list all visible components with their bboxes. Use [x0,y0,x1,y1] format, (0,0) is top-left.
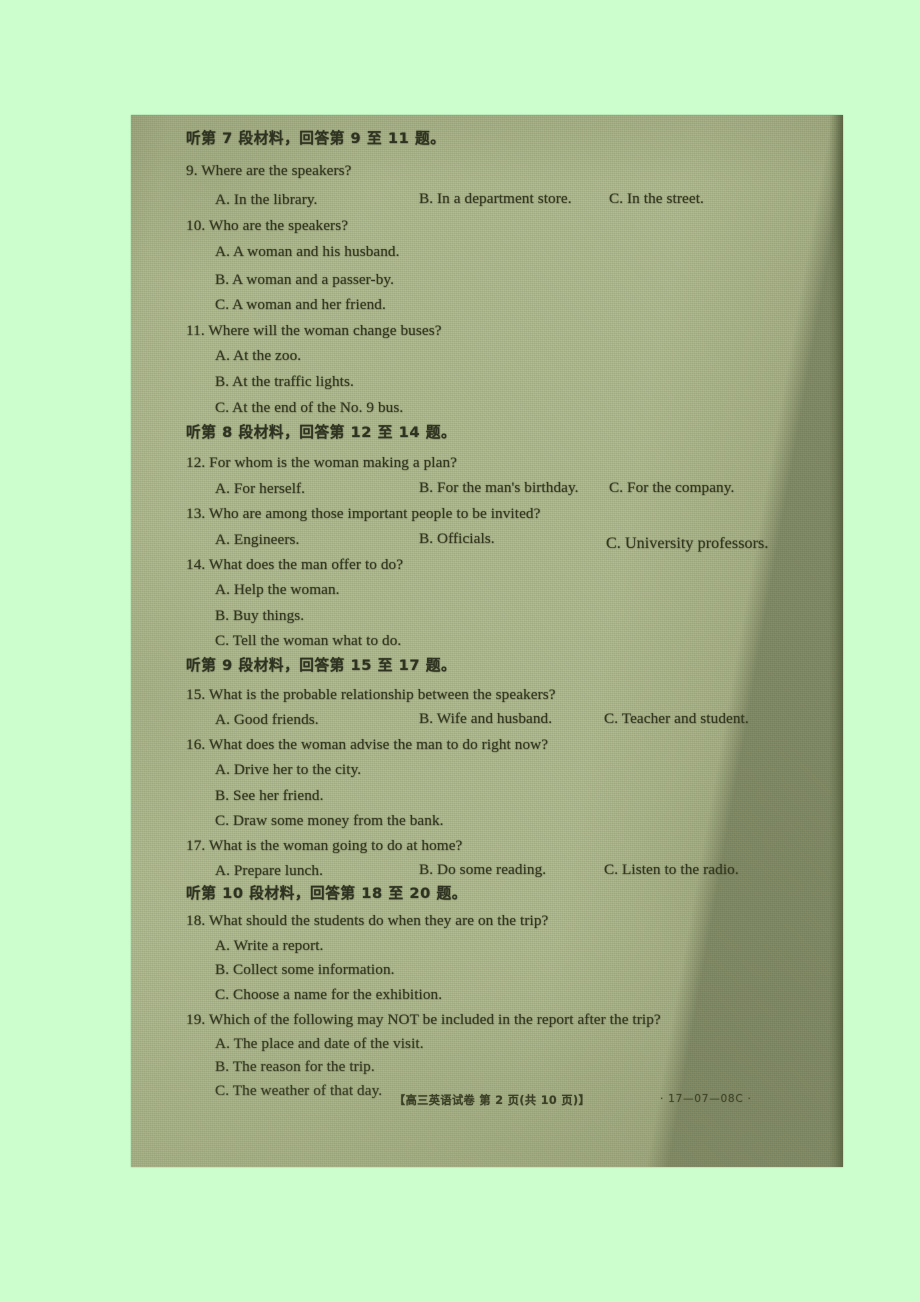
question-15-option-b[interactable]: B. Wife and husband. [419,711,552,726]
section-heading-7: 听第 7 段材料，回答第 9 至 11 题。 [186,130,446,147]
question-10-option-b[interactable]: B. A woman and a passer-by. [215,272,394,287]
question-18-prompt: 18. What should the students do when the… [186,912,549,929]
section-heading-9: 听第 9 段材料，回答第 15 至 17 题。 [186,657,457,674]
question-13-option-b[interactable]: B. Officials. [419,531,495,546]
question-13-option-c[interactable]: C. University professors. [606,536,768,552]
question-18-option-b[interactable]: B. Collect some information. [215,962,395,977]
question-16-prompt: 16. What does the woman advise the man t… [186,736,549,753]
question-14-option-a[interactable]: A. Help the woman. [215,582,340,597]
question-16-option-a[interactable]: A. Drive her to the city. [215,762,361,777]
question-19-option-a[interactable]: A. The place and date of the visit. [215,1036,424,1051]
question-17-option-b[interactable]: B. Do some reading. [419,862,546,877]
scanned-paper-sheet: 听第 7 段材料，回答第 9 至 11 题。 9. Where are the … [131,115,843,1167]
question-9-prompt: 9. Where are the speakers? [186,162,352,179]
question-15-prompt: 15. What is the probable relationship be… [186,686,556,703]
question-19-prompt: 19. Which of the following may NOT be in… [186,1011,661,1028]
page-footer-title: 【高三英语试卷 第 2 页(共 10 页)】 [394,1094,591,1107]
question-14-option-c[interactable]: C. Tell the woman what to do. [215,633,401,648]
question-11-option-b[interactable]: B. At the traffic lights. [215,374,354,389]
question-12-option-c[interactable]: C. For the company. [609,480,734,495]
question-13-option-a[interactable]: A. Engineers. [215,532,299,547]
question-16-option-b[interactable]: B. See her friend. [215,788,324,803]
question-9-option-c[interactable]: C. In the street. [609,191,704,206]
question-12-option-b[interactable]: B. For the man's birthday. [419,480,579,495]
question-16-option-c[interactable]: C. Draw some money from the bank. [215,813,444,828]
question-19-option-c[interactable]: C. The weather of that day. [215,1083,382,1098]
question-10-prompt: 10. Who are the speakers? [186,217,349,234]
section-heading-8: 听第 8 段材料，回答第 12 至 14 题。 [186,424,457,441]
question-18-option-c[interactable]: C. Choose a name for the exhibition. [215,987,442,1002]
question-17-option-a[interactable]: A. Prepare lunch. [215,863,323,878]
question-11-option-c[interactable]: C. At the end of the No. 9 bus. [215,400,403,415]
question-17-prompt: 17. What is the woman going to do at hom… [186,837,463,854]
question-11-prompt: 11. Where will the woman change buses? [186,322,442,339]
page-footer-code: · 17—07—08C · [660,1093,752,1105]
question-12-prompt: 12. For whom is the woman making a plan? [186,454,458,471]
question-14-prompt: 14. What does the man offer to do? [186,556,404,573]
section-heading-10: 听第 10 段材料，回答第 18 至 20 题。 [186,885,467,902]
question-19-option-b[interactable]: B. The reason for the trip. [215,1059,375,1074]
question-13-prompt: 13. Who are among those important people… [186,505,541,522]
question-10-option-c[interactable]: C. A woman and her friend. [215,297,386,312]
question-18-option-a[interactable]: A. Write a report. [215,938,323,953]
question-17-option-c[interactable]: C. Listen to the radio. [604,862,739,877]
question-14-option-b[interactable]: B. Buy things. [215,608,304,623]
question-9-option-a[interactable]: A. In the library. [215,192,317,207]
question-15-option-a[interactable]: A. Good friends. [215,712,319,727]
question-12-option-a[interactable]: A. For herself. [215,481,305,496]
exam-page-content: 听第 7 段材料，回答第 9 至 11 题。 9. Where are the … [131,115,843,1167]
question-10-option-a[interactable]: A. A woman and his husband. [215,244,400,259]
question-9-option-b[interactable]: B. In a department store. [419,191,572,206]
question-11-option-a[interactable]: A. At the zoo. [215,348,301,363]
question-15-option-c[interactable]: C. Teacher and student. [604,711,749,726]
